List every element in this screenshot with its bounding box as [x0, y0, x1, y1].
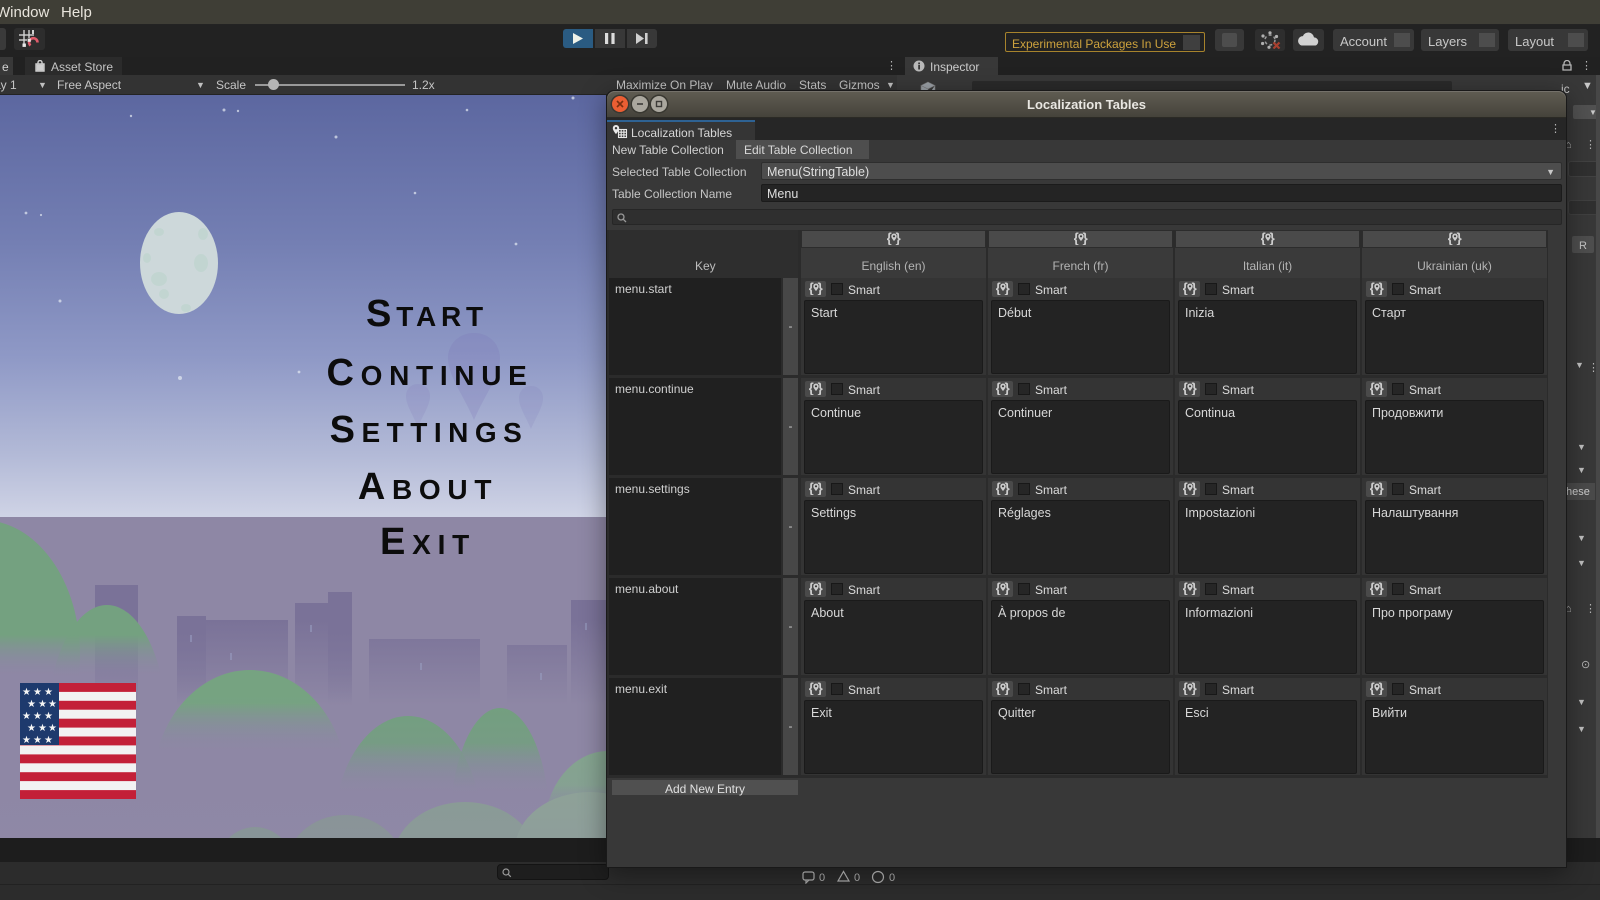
- svg-text:{: {: [809, 281, 814, 295]
- svg-text:{: {: [1370, 381, 1375, 395]
- svg-text:}: }: [1456, 231, 1462, 245]
- svg-text:}: }: [1191, 281, 1197, 295]
- svg-text:{: {: [809, 681, 814, 695]
- svg-text:★: ★: [22, 735, 31, 746]
- svg-text:{: {: [1370, 281, 1375, 295]
- svg-text:★: ★: [22, 687, 31, 698]
- svg-text:}: }: [895, 231, 901, 245]
- svg-text:{: {: [996, 681, 1001, 695]
- svg-text:0: 0: [854, 872, 860, 884]
- svg-text:{: {: [996, 281, 1001, 295]
- svg-text:}: }: [1082, 231, 1088, 245]
- svg-text:}: }: [817, 681, 823, 695]
- svg-text:}: }: [1191, 381, 1197, 395]
- svg-text:}: }: [1378, 581, 1384, 595]
- svg-text:}: }: [1004, 681, 1010, 695]
- svg-text:{: {: [1448, 231, 1453, 245]
- svg-text:}: }: [1004, 281, 1010, 295]
- svg-text:★: ★: [27, 723, 36, 734]
- svg-text:}: }: [1378, 381, 1384, 395]
- svg-text:{: {: [1183, 581, 1188, 595]
- svg-text:★: ★: [33, 735, 42, 746]
- svg-text:{: {: [996, 581, 1001, 595]
- svg-text:★: ★: [48, 699, 57, 710]
- svg-text:{: {: [809, 581, 814, 595]
- svg-text:{: {: [996, 381, 1001, 395]
- svg-text:★: ★: [33, 711, 42, 722]
- svg-text:★: ★: [33, 687, 42, 698]
- svg-text:}: }: [1004, 481, 1010, 495]
- svg-text:}: }: [817, 481, 823, 495]
- svg-text:}: }: [1191, 581, 1197, 595]
- svg-text:★: ★: [22, 711, 31, 722]
- svg-text:}: }: [1191, 481, 1197, 495]
- svg-text:}: }: [1378, 481, 1384, 495]
- svg-text:{: {: [1261, 231, 1266, 245]
- svg-text:{: {: [1183, 281, 1188, 295]
- svg-text:★: ★: [44, 687, 53, 698]
- svg-text:{: {: [1370, 681, 1375, 695]
- svg-text:★: ★: [44, 735, 53, 746]
- svg-text:{: {: [1183, 681, 1188, 695]
- svg-text:}: }: [1378, 281, 1384, 295]
- svg-text:}: }: [817, 381, 823, 395]
- svg-text:0: 0: [819, 872, 825, 884]
- svg-text:{: {: [1183, 381, 1188, 395]
- svg-text:}: }: [1004, 581, 1010, 595]
- svg-text:}: }: [817, 281, 823, 295]
- svg-text:0: 0: [889, 872, 895, 884]
- svg-text:★: ★: [38, 723, 47, 734]
- svg-text:}: }: [1378, 681, 1384, 695]
- svg-text:★: ★: [38, 699, 47, 710]
- svg-text:{: {: [1074, 231, 1079, 245]
- svg-text:}: }: [1191, 681, 1197, 695]
- svg-text:}: }: [1004, 381, 1010, 395]
- svg-text:{: {: [809, 381, 814, 395]
- svg-text:{: {: [1370, 581, 1375, 595]
- svg-text:★: ★: [44, 711, 53, 722]
- svg-text:{: {: [996, 481, 1001, 495]
- svg-text:}: }: [817, 581, 823, 595]
- svg-text:}: }: [1269, 231, 1275, 245]
- svg-text:★: ★: [48, 723, 57, 734]
- svg-text:★: ★: [27, 699, 36, 710]
- svg-text:{: {: [887, 231, 892, 245]
- svg-text:{: {: [1370, 481, 1375, 495]
- svg-text:{: {: [1183, 481, 1188, 495]
- svg-text:{: {: [809, 481, 814, 495]
